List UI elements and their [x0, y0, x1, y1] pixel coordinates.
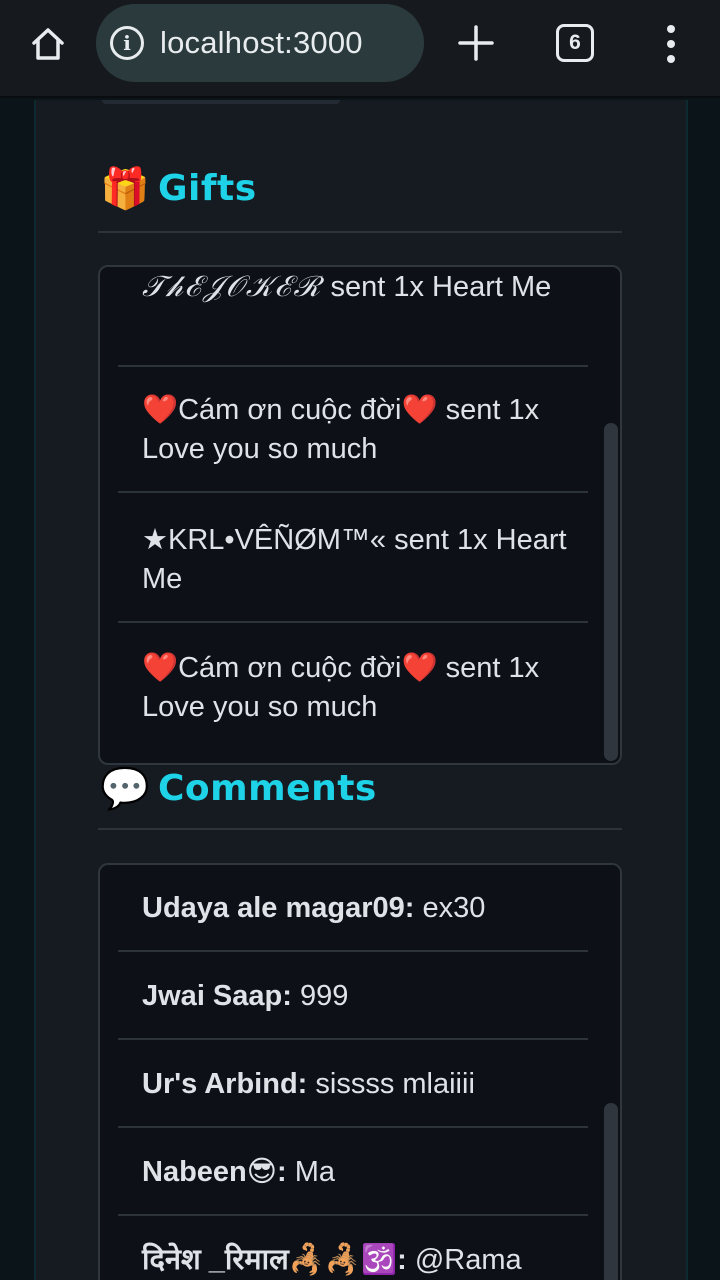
comment-text: @Rama	[414, 1244, 522, 1276]
gift-item: 𝒯𝒽ℰ𝒥𝒪𝒦ℰℛ sent 1x Heart Me	[118, 267, 588, 307]
divider	[98, 231, 622, 233]
browser-toolbar: i localhost:3000 6	[0, 0, 720, 98]
divider	[118, 365, 588, 367]
comment-text: ex30	[422, 892, 486, 924]
comment-item: दिनेश _रिमाल🦂🦂🕉️: @Rama	[118, 1241, 588, 1280]
new-tab-plus-icon[interactable]	[452, 18, 500, 68]
comment-user: Jwai Saap:	[142, 980, 292, 1012]
comment-item: Udaya ale magar09: ex30	[118, 889, 588, 928]
comment-text: sissss mlaiiii	[315, 1068, 475, 1100]
comment-text: Ma	[294, 1156, 336, 1188]
gifts-scroll-thumb[interactable]	[604, 423, 618, 761]
gift-user: ★KRL•VÊÑØM™«	[142, 524, 387, 556]
previous-section-edge	[102, 100, 340, 104]
gift-item: ★KRL•VÊÑØM™« sent 1x Heart Me	[118, 521, 588, 599]
divider	[118, 1126, 588, 1128]
gifts-list[interactable]: 𝒯𝒽ℰ𝒥𝒪𝒦ℰℛ sent 1x Heart Me ❤️Cám ơn cuộc …	[98, 265, 622, 765]
more-vert-icon[interactable]	[656, 20, 686, 68]
comment-user: Nabeen😎:	[142, 1156, 287, 1188]
comment-text: 999	[299, 980, 349, 1012]
comments-scroll-thumb[interactable]	[604, 1103, 618, 1280]
gift-icon: 🎁	[100, 166, 150, 211]
gifts-scrollbar[interactable]	[602, 267, 620, 763]
tab-count: 6	[569, 31, 581, 54]
divider	[118, 491, 588, 493]
divider	[118, 621, 588, 623]
comments-list[interactable]: Udaya ale magar09: ex30 Jwai Saap: 999 U…	[98, 863, 622, 1280]
gift-text: sent 1x Heart Me	[330, 271, 552, 303]
gift-user: ❤️Cám ơn cuộc đời❤️	[142, 652, 438, 684]
divider	[118, 950, 588, 952]
gifts-title: Gifts	[158, 168, 257, 209]
gifts-header: 🎁 Gifts	[100, 168, 257, 209]
divider	[118, 1214, 588, 1216]
comments-scrollbar[interactable]	[602, 865, 620, 1280]
speech-bubble-icon: 💬	[100, 766, 150, 811]
comment-user: दिनेश _रिमाल🦂🦂🕉️:	[142, 1244, 407, 1276]
divider	[98, 828, 622, 830]
gift-item: ❤️Cám ơn cuộc đời❤️ sent 1x Love you so …	[118, 649, 588, 727]
gift-item: ❤️Cám ơn cuộc đời❤️ sent 1x Love you so …	[118, 391, 588, 469]
comments-header: 💬 Comments	[100, 768, 377, 809]
home-icon[interactable]	[22, 20, 74, 68]
tab-switcher-button[interactable]: 6	[556, 24, 594, 62]
divider	[118, 1038, 588, 1040]
comment-user: Ur's Arbind:	[142, 1068, 308, 1100]
gift-user: 𝒯𝒽ℰ𝒥𝒪𝒦ℰℛ	[142, 269, 323, 303]
comments-title: Comments	[158, 768, 377, 809]
url-text: localhost:3000	[160, 25, 363, 60]
comment-item: Jwai Saap: 999	[118, 977, 588, 1016]
info-icon[interactable]: i	[110, 26, 144, 60]
comment-user: Udaya ale magar09:	[142, 892, 415, 924]
comment-item: Ur's Arbind: sissss mlaiiii	[118, 1065, 588, 1104]
gift-user: ❤️Cám ơn cuộc đời❤️	[142, 394, 438, 426]
address-bar[interactable]: i localhost:3000	[96, 4, 424, 82]
comment-item: Nabeen😎: Ma	[118, 1153, 588, 1192]
